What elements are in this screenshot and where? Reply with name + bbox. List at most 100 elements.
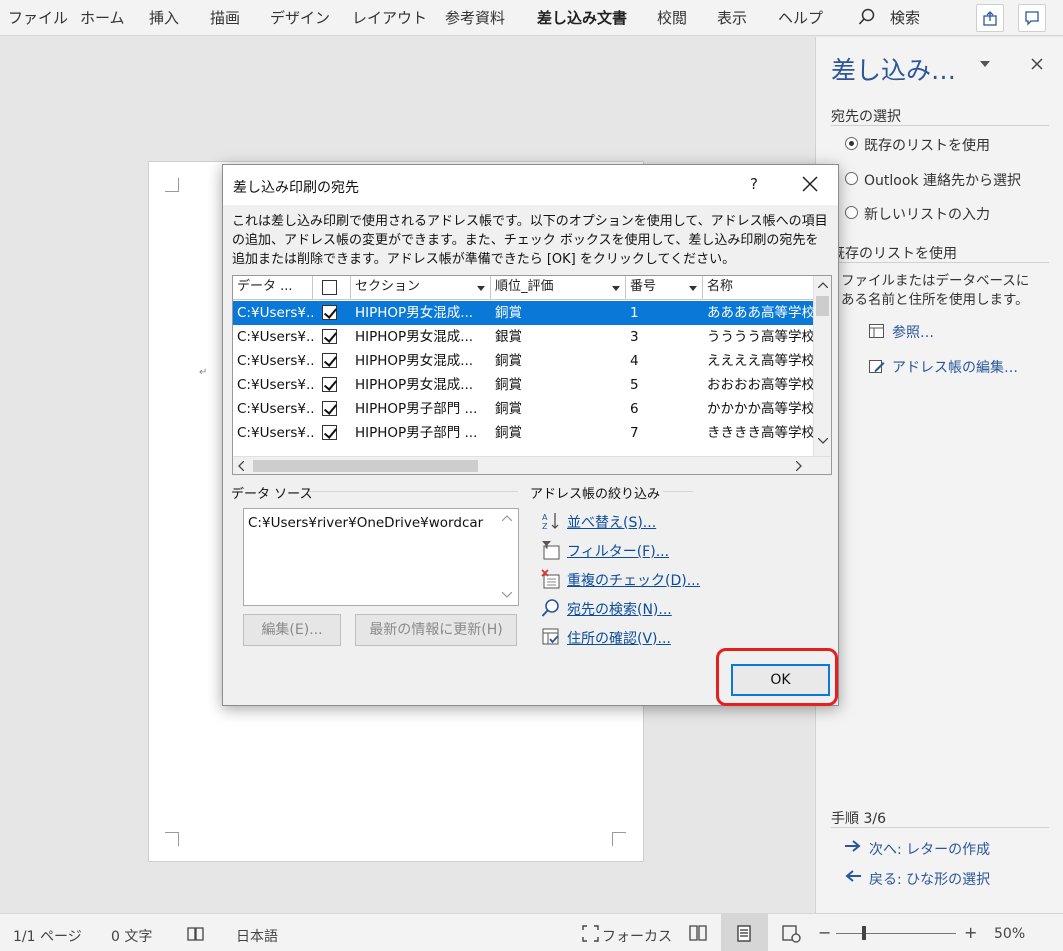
filter-link[interactable]: フィルター(F)... [567,541,669,561]
pane-close-icon[interactable] [1031,58,1043,70]
row-checkbox[interactable] [322,425,337,440]
focus-icon[interactable] [582,925,599,942]
close-icon[interactable] [801,175,819,193]
datasource-list[interactable]: C:¥Users¥river¥OneDrive¥wordcar [243,508,519,606]
comments-button[interactable] [1018,4,1046,32]
tab-draw[interactable]: 描画 [210,7,240,28]
table-row[interactable]: C:¥Users¥... HIPHOP男女混成... 銀賞 3 うううう高等学校 [233,325,813,349]
horizontal-scrollbar[interactable] [233,456,831,474]
zoom-in-button[interactable]: + [964,923,977,942]
radio-existing-list[interactable] [845,137,858,150]
zoom-level[interactable]: 50% [994,926,1025,942]
recipient-section-heading: 宛先の選択 [831,109,901,125]
page-count[interactable]: 1/1 ページ [13,926,82,946]
vertical-scroll-thumb[interactable] [816,296,829,316]
proofing-book-icon[interactable] [187,926,205,942]
scroll-up-icon[interactable] [502,515,512,521]
radio-outlook-contacts-label[interactable]: Outlook 連絡先から選択 [864,170,1021,190]
tab-view[interactable]: 表示 [717,7,747,28]
share-button[interactable] [976,4,1004,32]
cell-source: C:¥Users¥... [237,377,313,393]
sort-link[interactable]: 並べ替え(S)... [567,512,656,532]
arrow-right-icon[interactable] [845,840,861,852]
column-header-number[interactable]: 番号 [626,276,703,300]
validate-addresses-link[interactable]: 住所の確認(V)... [567,628,671,648]
refresh-button[interactable]: 最新の情報に更新(H) [355,614,517,646]
tab-home[interactable]: ホーム [80,7,125,28]
table-row[interactable]: C:¥Users¥... HIPHOP男子部門 ... 銅賞 6 かかかか高等学… [233,397,813,421]
zoom-out-button[interactable]: − [818,923,831,942]
validate-addresses-icon [542,628,559,645]
arrow-left-icon[interactable] [845,870,861,882]
scroll-down-icon[interactable] [818,438,828,444]
edit-address-book-link[interactable]: アドレス帳の編集… [892,357,1018,377]
search-icon[interactable] [858,8,876,26]
radio-new-list[interactable] [845,206,858,219]
web-layout-icon[interactable] [782,925,801,943]
previous-step-link[interactable]: 戻る: ひな形の選択 [869,869,990,889]
scroll-right-icon[interactable] [796,461,802,471]
tab-help[interactable]: ヘルプ [778,7,823,28]
existing-list-section-heading: 既存のリストを使用 [831,246,957,262]
tab-mailings[interactable]: 差し込み文書 [537,7,627,28]
dialog-title: 差し込み印刷の宛先 [233,180,359,196]
mail-merge-recipients-dialog: 差し込み印刷の宛先 ? これは差し込み印刷で使用されるアドレス帳です。以下のオプ… [222,164,839,706]
row-checkbox[interactable] [322,329,337,344]
recipients-table[interactable]: データ ... セクション 順位_評価 番号 名称 C:¥Users¥... H… [232,275,832,475]
pane-options-chevron-down-icon[interactable] [980,61,990,67]
ok-button-highlight [716,648,838,706]
scroll-left-icon[interactable] [238,461,244,471]
search-label[interactable]: 検索 [890,7,920,28]
tab-review[interactable]: 校閲 [657,7,687,28]
browse-icon[interactable] [869,324,884,338]
cell-name: おおおお高等学校 [707,377,813,393]
zoom-slider-track[interactable] [836,933,956,934]
language[interactable]: 日本語 [236,926,278,946]
word-count[interactable]: 0 文字 [111,926,152,946]
column-header-datasource[interactable]: データ ... [233,276,313,300]
column-header-checkbox[interactable] [313,276,351,300]
cell-source: C:¥Users¥... [237,305,313,321]
tab-design[interactable]: デザイン [270,7,330,28]
radio-outlook-contacts[interactable] [845,172,858,185]
table-row[interactable]: C:¥Users¥... HIPHOP男子部門 ... 銅賞 7 きききき高等学… [233,421,813,445]
read-mode-icon[interactable] [689,925,707,941]
find-recipient-link[interactable]: 宛先の検索(N)... [567,599,672,619]
help-button[interactable]: ? [747,175,761,193]
column-header-rank[interactable]: 順位_評価 [491,276,626,300]
vertical-scrollbar[interactable] [813,276,831,458]
dialog-titlebar: 差し込み印刷の宛先 ? [223,165,838,205]
edit-button[interactable]: 編集(E)... [243,614,341,646]
tab-insert[interactable]: 挿入 [149,7,179,28]
scroll-down-icon[interactable] [502,592,512,598]
next-step-link[interactable]: 次へ: レターの作成 [869,839,990,859]
table-row[interactable]: C:¥Users¥... HIPHOP男女混成... 銅賞 1 ああああ高等学校 [233,301,813,325]
print-layout-view-button[interactable] [721,914,768,951]
find-duplicates-link[interactable]: 重複のチェック(D)... [567,570,700,590]
edit-address-book-icon[interactable] [869,358,885,374]
tab-layout[interactable]: レイアウト [352,7,427,28]
row-checkbox[interactable] [322,353,337,368]
row-checkbox[interactable] [322,401,337,416]
radio-existing-list-label[interactable]: 既存のリストを使用 [864,135,990,155]
sort-arrow-icon[interactable] [689,286,697,291]
tab-references[interactable]: 参考資料 [445,7,505,28]
focus-mode[interactable]: フォーカス [602,926,672,946]
row-checkbox[interactable] [322,305,337,320]
table-row[interactable]: C:¥Users¥... HIPHOP男女混成... 銅賞 5 おおおお高等学校 [233,373,813,397]
table-row[interactable]: C:¥Users¥... HIPHOP男女混成... 銅賞 4 ええええ高等学校 [233,349,813,373]
browse-link[interactable]: 参照… [892,322,934,342]
tab-file[interactable]: ファイル [8,7,68,28]
datasource-item[interactable]: C:¥Users¥river¥OneDrive¥wordcar [248,515,498,531]
scroll-up-icon[interactable] [818,282,828,288]
sort-arrow-icon[interactable] [477,286,485,291]
horizontal-scroll-thumb[interactable] [253,460,478,472]
select-all-checkbox[interactable] [322,280,337,295]
row-checkbox[interactable] [322,377,337,392]
sort-arrow-icon[interactable] [612,286,620,291]
column-header-section[interactable]: セクション [351,276,491,300]
zoom-slider-thumb[interactable] [862,926,866,940]
column-header-name[interactable]: 名称 [703,276,813,300]
radio-new-list-label[interactable]: 新しいリストの入力 [864,204,990,224]
cell-rank: 銅賞 [495,425,522,441]
